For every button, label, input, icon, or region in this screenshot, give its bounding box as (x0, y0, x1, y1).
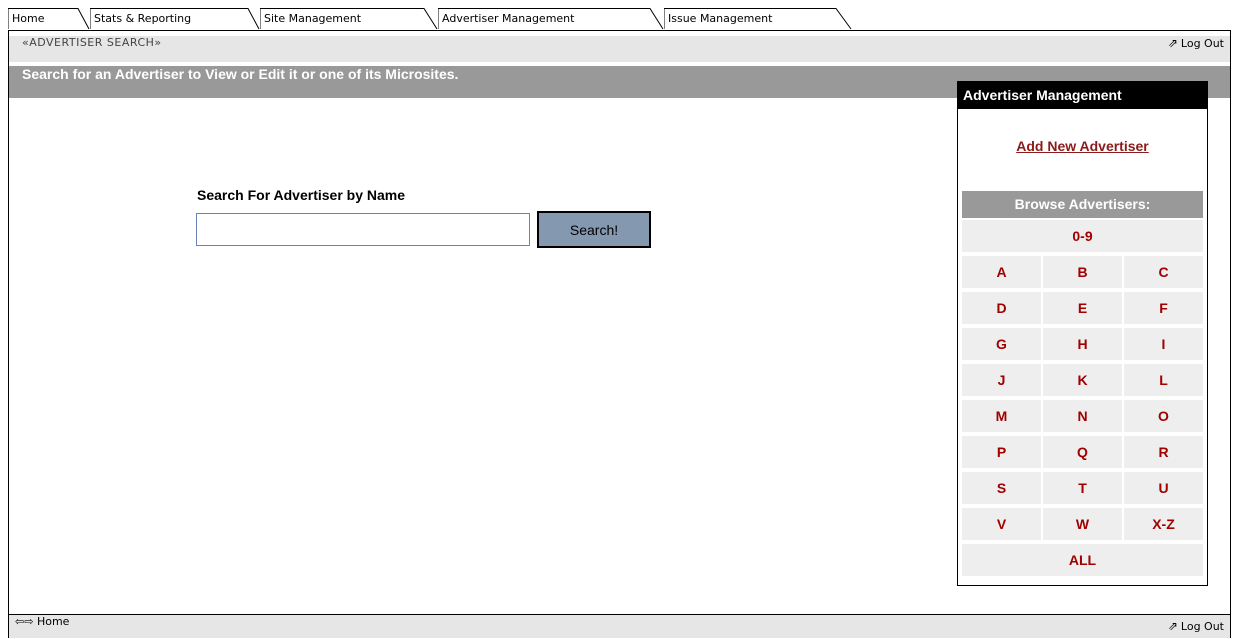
tab-site-management-label: Site Management (264, 12, 362, 25)
tab-stats-reporting[interactable]: Stats & Reporting (90, 8, 260, 30)
tab-home-label: Home (12, 12, 45, 25)
tab-stats-reporting-label: Stats & Reporting (94, 12, 192, 25)
instruction-text: Search for an Advertiser to View or Edit… (22, 66, 459, 82)
browse-letter[interactable]: K (1043, 364, 1122, 396)
browse-letter[interactable]: V (962, 508, 1041, 540)
browse-letter[interactable]: D (962, 292, 1041, 324)
footer-home-label: Home (36, 615, 70, 628)
browse-letter[interactable]: G (962, 328, 1041, 360)
logout-arrow-icon: ⇗ (1167, 619, 1178, 633)
browse-letter[interactable]: J (962, 364, 1041, 396)
top-bar: «ADVERTISER SEARCH» ⇗ Log Out (9, 36, 1230, 62)
home-arrow-icon: ⇦⇨ (15, 615, 37, 628)
breadcrumb: «ADVERTISER SEARCH» (22, 36, 162, 49)
browse-letter[interactable]: N (1043, 400, 1122, 432)
search-button[interactable]: Search! (537, 211, 651, 248)
browse-letter[interactable]: W (1043, 508, 1122, 540)
logout-link[interactable]: ⇗ Log Out (1168, 36, 1224, 50)
footer-logout-label: Log Out (1180, 620, 1224, 633)
browse-advertisers-header: Browse Advertisers: (962, 191, 1203, 218)
footer-home-link[interactable]: ⇦⇨ Home (15, 615, 69, 628)
advertiser-management-panel: Advertiser Management Add New Advertiser… (957, 81, 1208, 586)
browse-letter[interactable]: I (1124, 328, 1203, 360)
tab-home[interactable]: Home (8, 8, 90, 30)
browse-letter[interactable]: R (1124, 436, 1203, 468)
browse-letter[interactable]: E (1043, 292, 1122, 324)
tab-bar: Home Stats & Reporting Site Management A… (8, 8, 1228, 30)
browse-letter[interactable]: H (1043, 328, 1122, 360)
panel-title: Advertiser Management (958, 82, 1207, 109)
logout-label: Log Out (1180, 37, 1224, 50)
browse-letter[interactable]: L (1124, 364, 1203, 396)
logout-arrow-icon: ⇗ (1167, 36, 1178, 50)
browse-all[interactable]: ALL (962, 544, 1203, 576)
browse-letter[interactable]: B (1043, 256, 1122, 288)
browse-letter[interactable]: O (1124, 400, 1203, 432)
browse-letter[interactable]: X-Z (1124, 508, 1203, 540)
browse-letter[interactable]: M (962, 400, 1041, 432)
browse-letter[interactable]: Q (1043, 436, 1122, 468)
bottom-bar: ⇦⇨ Home ⇗ Log Out (9, 614, 1230, 638)
browse-0-9[interactable]: 0-9 (962, 220, 1203, 252)
tab-advertiser-management-label: Advertiser Management (442, 12, 575, 25)
tab-issue-management-label: Issue Management (668, 12, 773, 25)
search-input[interactable] (196, 213, 530, 246)
browse-letter[interactable]: F (1124, 292, 1203, 324)
browse-letter[interactable]: C (1124, 256, 1203, 288)
tab-issue-management[interactable]: Issue Management (664, 8, 852, 30)
browse-letter[interactable]: U (1124, 472, 1203, 504)
browse-letter[interactable]: T (1043, 472, 1122, 504)
browse-letter[interactable]: S (962, 472, 1041, 504)
search-label: Search For Advertiser by Name (197, 187, 406, 203)
browse-letter[interactable]: A (962, 256, 1041, 288)
add-new-advertiser-link[interactable]: Add New Advertiser (958, 138, 1207, 154)
tab-site-management[interactable]: Site Management (260, 8, 438, 30)
browse-letter[interactable]: P (962, 436, 1041, 468)
tab-advertiser-management[interactable]: Advertiser Management (438, 8, 664, 30)
footer-logout-link[interactable]: ⇗ Log Out (1168, 615, 1224, 638)
